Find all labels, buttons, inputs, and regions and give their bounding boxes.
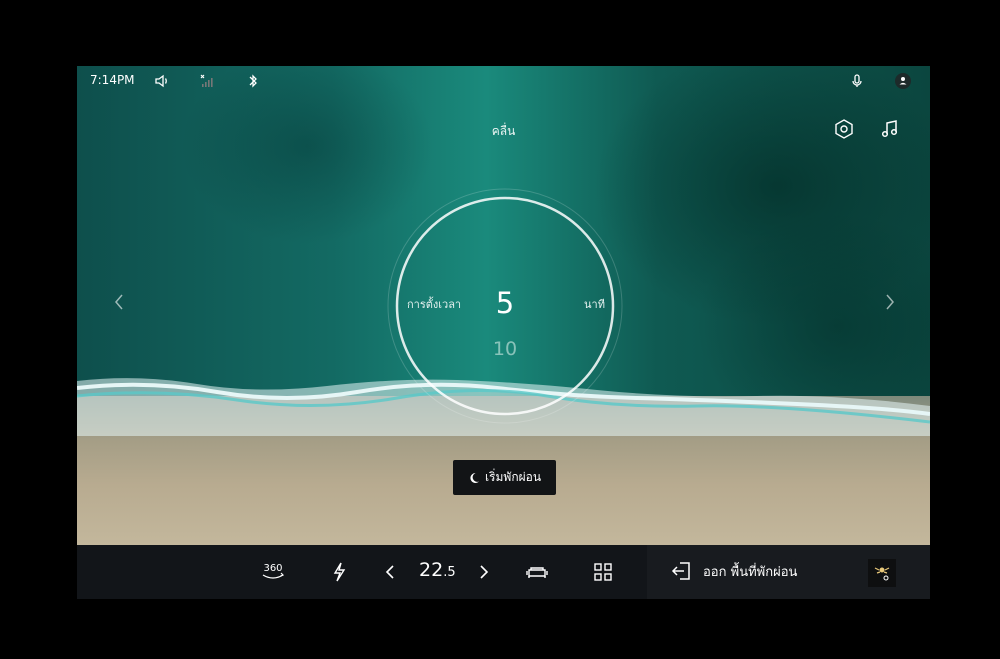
bottom-bar: 360 22.5 ออก พื้นที่พักผ่อน <box>77 545 930 599</box>
moon-icon <box>470 472 479 483</box>
360-view-icon[interactable]: 360 <box>258 559 288 585</box>
app-thumbnail-icon[interactable] <box>868 559 896 587</box>
start-rest-label: เริ่มพักผ่อน <box>484 470 542 484</box>
timer-label: การตั้งเวลา <box>407 298 462 311</box>
clock: 7:14PM <box>90 73 135 87</box>
car-seat-icon[interactable] <box>524 559 550 585</box>
apps-grid-icon[interactable] <box>590 559 616 585</box>
exit-rest-mode-button[interactable]: ออก พื้นที่พักผ่อน <box>670 559 797 583</box>
infotainment-screen: 7:14PM คลื่น การตั้งเวลา 5 นาที 10 เริ่ม… <box>77 66 930 599</box>
start-rest-button[interactable]: เริ่มพักผ่อน <box>453 460 556 495</box>
status-bar: 7:14PM <box>77 66 930 98</box>
temperature-display[interactable]: 22.5 <box>419 559 456 581</box>
music-note-icon[interactable] <box>877 116 903 142</box>
previous-scene-chevron-left-icon[interactable] <box>109 290 129 314</box>
settings-hexagon-icon[interactable] <box>831 116 857 142</box>
scene-title: คลื่น <box>491 124 516 138</box>
timer-value[interactable]: 5 <box>480 286 530 320</box>
temperature-decimal: .5 <box>443 565 456 580</box>
temperature-whole: 22 <box>419 559 444 581</box>
next-scene-chevron-right-icon[interactable] <box>880 290 900 314</box>
exit-rest-mode-label: ออก พื้นที่พักผ่อน <box>703 564 798 580</box>
temperature-decrease-chevron-left-icon[interactable] <box>377 559 403 585</box>
profile-icon[interactable] <box>894 72 912 90</box>
microphone-icon[interactable] <box>848 72 866 90</box>
exit-door-icon <box>671 562 690 580</box>
charging-bolt-icon[interactable] <box>326 559 352 585</box>
bluetooth-icon[interactable] <box>244 72 262 90</box>
temperature-increase-chevron-right-icon[interactable] <box>471 559 497 585</box>
timer-unit: นาที <box>584 298 605 311</box>
timer-next-value[interactable]: 10 <box>480 338 530 360</box>
volume-low-icon[interactable] <box>153 72 171 90</box>
cellular-off-icon <box>198 72 216 90</box>
360-label: 360 <box>263 563 282 574</box>
